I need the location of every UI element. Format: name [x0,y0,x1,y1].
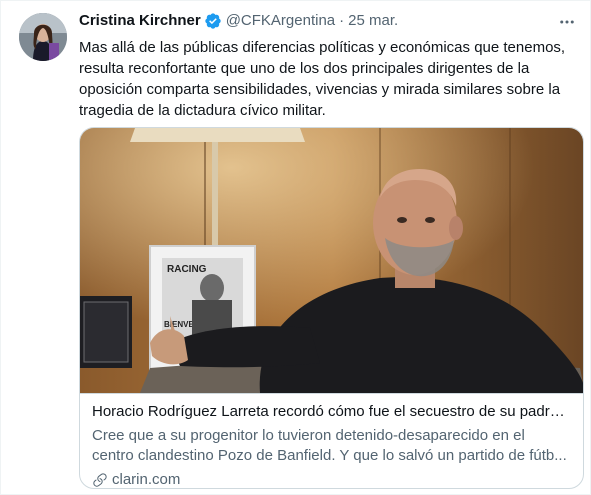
link-card-domain-row: clarin.com [92,470,573,488]
author-name[interactable]: Cristina Kirchner [79,11,201,31]
link-card-description-line2: centro clandestino Pozo de Banfield. Y q… [92,447,567,464]
verified-badge-icon [204,12,222,30]
link-card[interactable]: RACING BIENVENIDO Horacio Rodríguez Larr… [79,127,584,489]
separator-dot: · [339,12,345,29]
link-card-meta[interactable]: Horacio Rodríguez Larreta recordó cómo f… [80,393,583,488]
tweet[interactable]: Cristina Kirchner @CFKArgentina · 25 mar… [0,0,591,495]
poster-text-top: RACING [167,264,207,275]
tweet-header: Cristina Kirchner @CFKArgentina · 25 mar… [79,11,398,31]
tweet-text: Mas allá de las públicas diferencias pol… [79,39,566,119]
link-card-image[interactable]: RACING BIENVENIDO [80,128,583,393]
tweet-date[interactable]: 25 mar. [348,11,398,31]
link-card-description: Cree que a su progenitor lo tuvieron det… [92,426,573,466]
link-card-description-line1: Cree que a su progenitor lo tuvieron det… [92,427,525,444]
link-card-title[interactable]: Horacio Rodríguez Larreta recordó cómo f… [92,402,573,422]
link-icon [92,472,108,488]
more-dots-icon[interactable] [554,9,580,35]
author-handle[interactable]: @CFKArgentina [226,11,335,31]
link-card-domain[interactable]: clarin.com [112,470,180,488]
avatar[interactable] [19,13,67,61]
